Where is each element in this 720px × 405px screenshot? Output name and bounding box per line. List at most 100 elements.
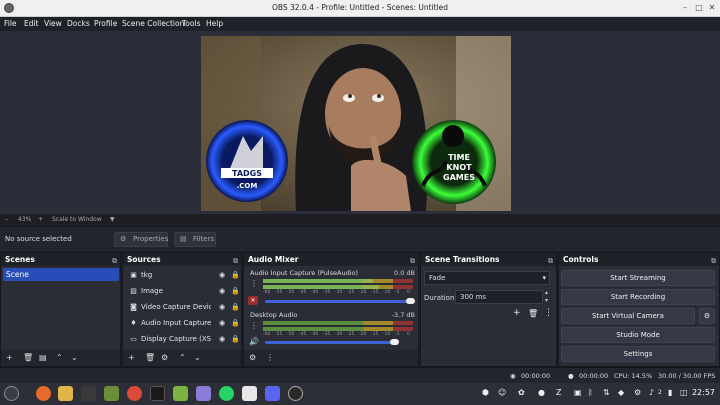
tray-app-icon[interactable]: ⬢ bbox=[482, 388, 489, 397]
lock-icon[interactable]: 🔒 bbox=[231, 300, 240, 315]
lock-icon[interactable]: 🔒 bbox=[231, 268, 240, 283]
menu-file[interactable]: File bbox=[4, 19, 17, 28]
whatsapp-icon[interactable] bbox=[219, 386, 234, 401]
volume-tray-icon[interactable]: ♪ bbox=[649, 388, 654, 397]
zoom-in-button[interactable]: + bbox=[38, 216, 43, 223]
remove-scene-trash-icon[interactable]: 🗑 bbox=[23, 353, 33, 362]
lock-icon[interactable]: 🔒 bbox=[231, 316, 240, 331]
start-virtual-camera-button[interactable]: Start Virtual Camera bbox=[561, 308, 695, 324]
move-down-icon[interactable]: ⌄ bbox=[194, 353, 201, 362]
menu-profile[interactable]: Profile bbox=[94, 19, 117, 28]
transition-menu-icon[interactable]: ⋮ bbox=[544, 308, 553, 318]
start-recording-button[interactable]: Start Recording bbox=[561, 289, 715, 305]
add-source-button[interactable]: + bbox=[128, 353, 135, 362]
chevron-down-icon[interactable]: ▼ bbox=[110, 216, 115, 223]
menu-tools[interactable]: Tools bbox=[182, 19, 200, 28]
transition-select[interactable]: Fade ▾ bbox=[424, 271, 550, 285]
mint-app-icon[interactable] bbox=[173, 386, 188, 401]
stepper-up-icon[interactable]: ▴ bbox=[545, 289, 548, 296]
channel-menu-icon[interactable]: ⋮ bbox=[250, 279, 258, 288]
menu-view[interactable]: View bbox=[44, 19, 62, 28]
scene-list-item[interactable]: Scene bbox=[3, 268, 119, 281]
scene-filters-icon[interactable]: ▤ bbox=[39, 353, 47, 362]
obs-taskbar-icon[interactable] bbox=[288, 386, 303, 401]
muted-speaker-icon[interactable]: ✕ bbox=[248, 296, 258, 305]
speaker-icon[interactable]: 🔊 bbox=[249, 337, 259, 346]
settings-app-icon[interactable] bbox=[242, 386, 257, 401]
move-up-icon[interactable]: ⌃ bbox=[56, 353, 63, 362]
tray-app-icon[interactable]: ✿ bbox=[518, 388, 525, 397]
zoom-out-button[interactable]: – bbox=[5, 216, 8, 223]
discord-icon[interactable] bbox=[265, 386, 280, 401]
preview-area[interactable]: TADGS .COM TIME KNOT GAMES bbox=[0, 31, 720, 214]
tray-app-icon[interactable]: ◫ bbox=[680, 388, 688, 397]
app-icon[interactable] bbox=[81, 386, 96, 401]
tray-app-icon[interactable]: ● bbox=[538, 388, 545, 397]
source-item[interactable]: ◙ Video Capture Device ◉ 🔒 bbox=[125, 300, 240, 315]
stepper-down-icon[interactable]: ▾ bbox=[545, 297, 548, 304]
volume-slider-handle[interactable] bbox=[390, 339, 399, 345]
lock-icon[interactable]: 🔒 bbox=[231, 284, 240, 299]
minecraft-icon[interactable] bbox=[104, 386, 119, 401]
tray-zoom-icon[interactable]: Z bbox=[556, 388, 561, 397]
channel-menu-icon[interactable]: ⋮ bbox=[250, 321, 258, 330]
visibility-eye-icon[interactable]: ◉ bbox=[219, 268, 225, 283]
advanced-audio-icon[interactable]: ⚙ bbox=[249, 353, 256, 362]
firefox-icon[interactable] bbox=[36, 386, 51, 401]
visibility-eye-icon[interactable]: ◉ bbox=[219, 284, 225, 299]
source-item[interactable]: ♦ Audio Input Capture (P ◉ 🔒 bbox=[125, 316, 239, 331]
tray-discord-icon[interactable]: ☺ bbox=[498, 388, 506, 397]
bluetooth-icon[interactable]: ᛒ bbox=[588, 388, 593, 397]
lock-icon[interactable]: 🔒 bbox=[231, 332, 240, 347]
move-up-icon[interactable]: ⌃ bbox=[179, 353, 186, 362]
db-tick: -50 bbox=[287, 332, 295, 337]
minimize-icon[interactable]: – bbox=[680, 3, 690, 13]
source-item[interactable]: ▭ Display Capture (XSHM ◉ 🔒 bbox=[125, 332, 240, 347]
visibility-eye-icon[interactable]: ◉ bbox=[219, 300, 225, 315]
visibility-eye-icon[interactable]: ◉ bbox=[219, 316, 225, 331]
remove-transition-trash-icon[interactable]: 🗑 bbox=[528, 309, 538, 318]
volume-slider[interactable] bbox=[265, 341, 395, 344]
tray-app-icon[interactable]: ▣ bbox=[574, 388, 582, 397]
settings-button[interactable]: Settings bbox=[561, 346, 715, 362]
maximize-icon[interactable]: □ bbox=[694, 3, 704, 13]
virtual-camera-settings-gear-icon[interactable]: ⚙ bbox=[699, 308, 715, 324]
battery-icon[interactable]: ▮ bbox=[668, 388, 672, 397]
close-icon[interactable]: ✕ bbox=[707, 3, 717, 13]
files-folder-icon[interactable] bbox=[58, 386, 73, 401]
volume-slider[interactable] bbox=[265, 300, 413, 303]
studio-mode-button[interactable]: Studio Mode bbox=[561, 327, 715, 343]
scale-mode-label[interactable]: Scale to Window bbox=[52, 216, 102, 223]
remove-source-trash-icon[interactable]: 🗑 bbox=[145, 353, 155, 362]
start-menu-icon[interactable] bbox=[4, 386, 19, 401]
duration-input[interactable]: 300 ms bbox=[455, 290, 543, 304]
move-down-icon[interactable]: ⌄ bbox=[71, 353, 78, 362]
source-properties-gear-icon[interactable]: ⚙ bbox=[161, 353, 168, 362]
undock-icon[interactable]: ⧉ bbox=[410, 255, 415, 268]
filters-button[interactable]: ▤ Filters bbox=[174, 232, 216, 247]
undock-icon[interactable]: ⧉ bbox=[233, 255, 238, 268]
text-editor-icon[interactable] bbox=[196, 386, 211, 401]
visibility-eye-icon[interactable]: ◉ bbox=[219, 332, 225, 347]
volume-slider-handle[interactable] bbox=[406, 298, 415, 304]
source-item[interactable]: ▣ tkg ◉ 🔒 bbox=[125, 268, 240, 283]
menu-docks[interactable]: Docks bbox=[67, 19, 90, 28]
undock-icon[interactable]: ⧉ bbox=[112, 255, 117, 268]
tray-app-icon[interactable]: ◆ bbox=[618, 388, 624, 397]
undock-icon[interactable]: ⧉ bbox=[711, 255, 716, 268]
menu-scene-collection[interactable]: Scene Collection bbox=[122, 19, 184, 28]
properties-button[interactable]: ⚙ Properties bbox=[114, 232, 168, 247]
tray-app-icon[interactable]: ⚙ bbox=[634, 388, 641, 397]
undock-icon[interactable]: ⧉ bbox=[548, 255, 553, 268]
add-transition-button[interactable]: + bbox=[513, 308, 521, 318]
terminal-icon[interactable] bbox=[150, 386, 165, 401]
network-icon[interactable]: ⇅ bbox=[603, 388, 610, 397]
menu-help[interactable]: Help bbox=[206, 19, 223, 28]
source-item[interactable]: ▨ Image ◉ 🔒 bbox=[125, 284, 240, 299]
mixer-menu-icon[interactable]: ⋮ bbox=[266, 353, 274, 362]
chrome-icon[interactable] bbox=[127, 386, 142, 401]
preview-canvas[interactable]: TADGS .COM TIME KNOT GAMES bbox=[201, 36, 511, 211]
add-scene-button[interactable]: + bbox=[6, 353, 13, 362]
menu-edit[interactable]: Edit bbox=[24, 19, 39, 28]
start-streaming-button[interactable]: Start Streaming bbox=[561, 270, 715, 286]
